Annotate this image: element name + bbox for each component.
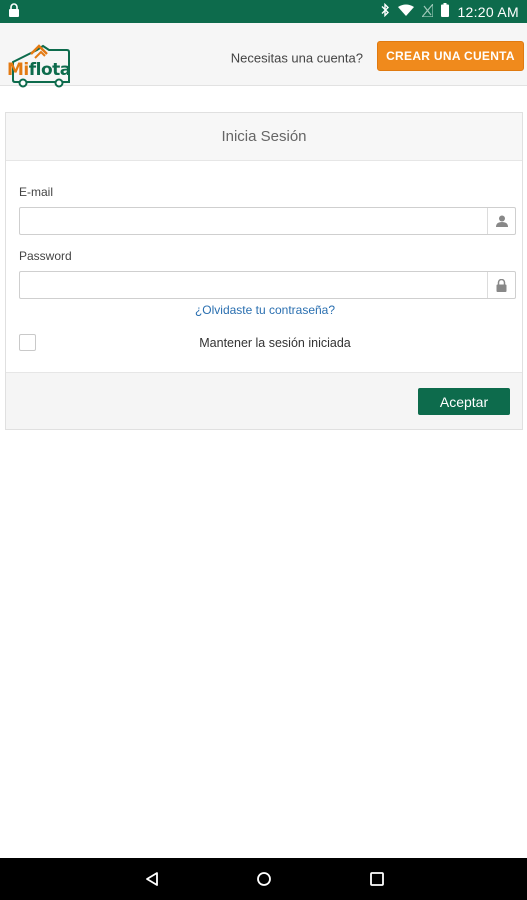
recents-icon[interactable] (367, 869, 387, 889)
bluetooth-icon (380, 2, 390, 20)
logo-flota: flota (28, 60, 72, 80)
status-time: 12:20 AM (457, 3, 519, 20)
nav-bar (0, 858, 527, 900)
user-icon (487, 208, 515, 234)
battery-icon (441, 3, 450, 20)
email-field-wrap (19, 207, 516, 235)
password-label: Password (19, 249, 72, 263)
password-field-wrap (19, 271, 516, 299)
remember-label: Mantener la sesión iniciada (199, 336, 351, 350)
wifi-icon (398, 4, 415, 20)
back-icon[interactable] (142, 869, 162, 889)
logo-text: Miflota (7, 60, 71, 80)
password-field[interactable] (20, 272, 482, 298)
app-header: Miflota Necesitas una cuenta? CREAR UNA … (0, 23, 527, 88)
email-field[interactable] (20, 208, 482, 234)
create-account-button[interactable]: CREAR UNA CUENTA (377, 41, 524, 71)
logo-mi: Mi (7, 60, 29, 80)
home-icon[interactable] (254, 869, 274, 889)
status-bar: 12:20 AM (0, 0, 527, 23)
padlock-icon (487, 272, 515, 298)
forgot-password-link[interactable]: ¿Olvidaste tu contraseña? (6, 303, 524, 317)
email-label: E-mail (19, 185, 54, 199)
login-title: Inicia Sesión (6, 113, 522, 161)
miflota-logo: Miflota (7, 44, 73, 88)
need-account-text: Necesitas una cuenta? (230, 50, 363, 66)
signal-icon (421, 1, 435, 20)
login-panel: Inicia Sesión E-mail Password ¿Olvidaste… (5, 112, 523, 430)
panel-footer: Aceptar (6, 372, 522, 429)
accept-button[interactable]: Aceptar (418, 388, 510, 415)
lock-icon (8, 3, 20, 20)
